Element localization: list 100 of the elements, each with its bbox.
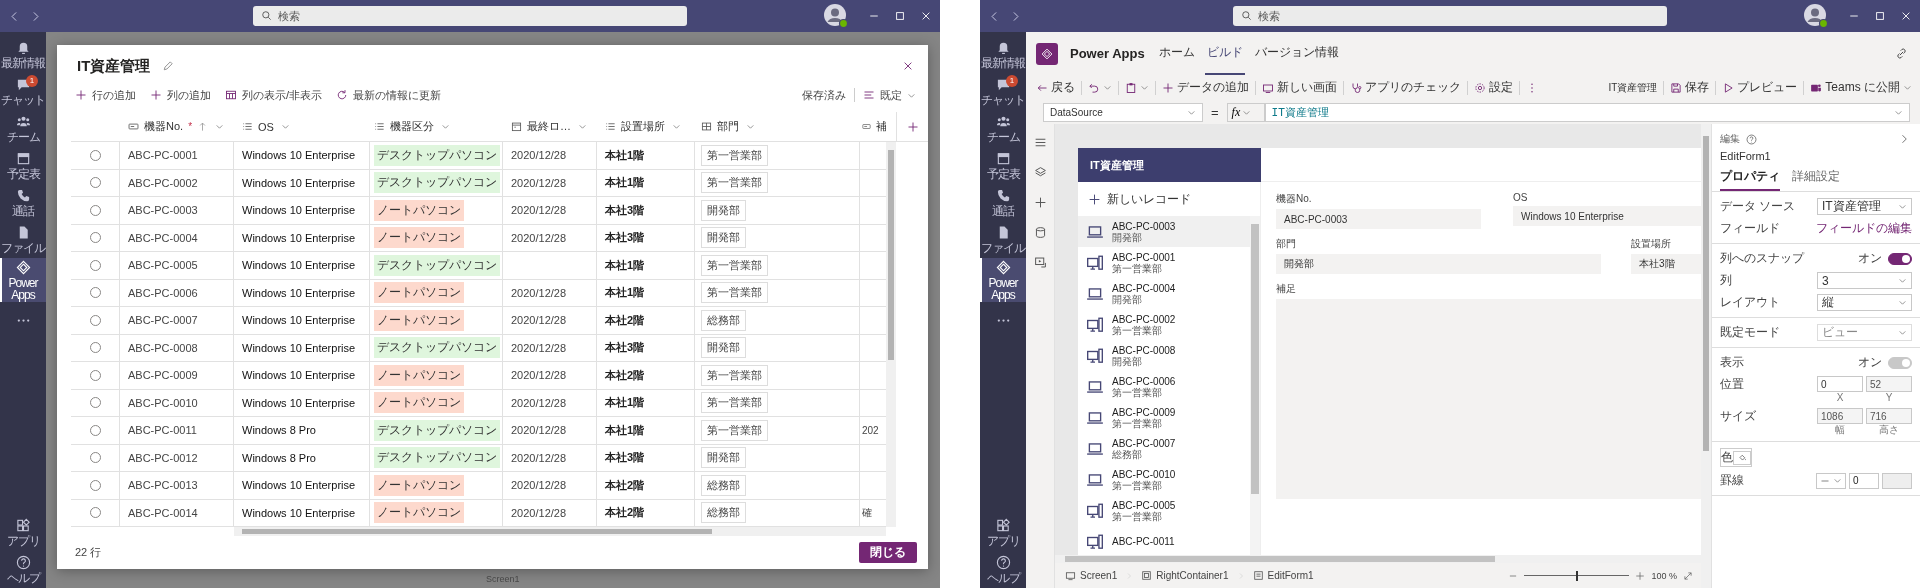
department-tag[interactable]: 開発部 <box>701 447 746 469</box>
rail-item[interactable]: アプリ <box>980 514 1026 551</box>
toolbar-button[interactable]: 列の追加 <box>150 87 211 103</box>
number-field[interactable]: 0 <box>1817 376 1863 392</box>
department-tag[interactable]: 第一営業部 <box>701 364 768 386</box>
gallery-item[interactable]: ABC-PC-0007 総務部 <box>1078 433 1251 464</box>
tab[interactable]: バージョン情報 <box>1252 32 1341 75</box>
rail-item[interactable]: 予定表 <box>0 147 46 184</box>
dropdown[interactable]: 3 <box>1817 272 1912 289</box>
color-swatch[interactable] <box>1882 472 1912 489</box>
edit-fields-link[interactable]: フィールドの編集 <box>1816 220 1912 237</box>
app-checker-button[interactable]: アプリのチェック <box>1350 79 1461 96</box>
gallery-item[interactable]: ABC-PC-0009 第一営業部 <box>1078 402 1251 433</box>
toolbar-button[interactable]: 列の表示/非表示 <box>225 87 323 103</box>
department-tag[interactable]: 第一営業部 <box>701 172 768 194</box>
rail-item[interactable]: ファイル <box>980 221 1026 258</box>
close-button[interactable]: 閉じる <box>859 542 917 563</box>
avatar-icon[interactable] <box>824 4 848 28</box>
breadcrumb[interactable]: Screen1 <box>1063 570 1120 581</box>
paste-button[interactable] <box>1125 81 1149 94</box>
rail-item[interactable]: 最新情報 <box>980 36 1026 73</box>
vertical-scrollbar[interactable] <box>886 142 896 527</box>
dropdown[interactable]: IT資産管理 <box>1817 198 1912 215</box>
tab[interactable]: 詳細設定 <box>1792 168 1840 191</box>
link-icon[interactable] <box>1895 47 1908 60</box>
gallery-item[interactable]: ABC-PC-0004 開発部 <box>1078 278 1251 309</box>
preview-button[interactable]: プレビュー <box>1722 79 1798 96</box>
media-icon[interactable] <box>1033 256 1047 269</box>
rail-item[interactable]: ヘルプ <box>0 551 46 588</box>
gallery-item[interactable]: ABC-PC-0008 開発部 <box>1078 340 1251 371</box>
formula-field[interactable]: IT資産管理 <box>1264 102 1910 122</box>
department-tag[interactable]: 総務部 <box>701 502 746 524</box>
breadcrumb[interactable]: EditForm1 <box>1250 570 1316 581</box>
input-field[interactable]: 本社3階 <box>1631 254 1701 274</box>
new-screen-button[interactable]: 新しい画面 <box>1262 79 1337 96</box>
rail-item[interactable]: Power Apps <box>0 258 46 302</box>
view-selector[interactable]: 既定 <box>863 87 916 103</box>
input-field[interactable]: 開発部 <box>1276 254 1601 274</box>
gallery-item[interactable]: ABC-PC-0003 開発部 <box>1078 216 1251 247</box>
rail-item[interactable]: チャット 1 <box>0 73 46 110</box>
toggle-switch[interactable] <box>1888 252 1912 265</box>
department-tag[interactable]: 第一営業部 <box>701 144 768 166</box>
number-field[interactable]: 0 <box>1849 472 1879 489</box>
rail-item[interactable]: 通話 <box>0 184 46 221</box>
rail-item[interactable]: アプリ <box>0 514 46 551</box>
department-tag[interactable]: 総務部 <box>701 474 746 496</box>
vertical-scrollbar[interactable] <box>1250 216 1260 555</box>
avatar-icon[interactable] <box>1804 4 1828 28</box>
rail-item[interactable]: チーム <box>0 110 46 147</box>
layers-icon[interactable] <box>1033 166 1047 179</box>
department-tag[interactable]: 第一営業部 <box>701 392 768 414</box>
breadcrumb[interactable]: RightContainer1 <box>1139 570 1231 581</box>
gallery-item[interactable]: ABC-PC-0001 第一営業部 <box>1078 247 1251 278</box>
back-button[interactable]: 戻る <box>1036 79 1075 96</box>
rail-item[interactable]: 最新情報 <box>0 36 46 73</box>
color-button[interactable] <box>1733 450 1751 465</box>
search-field[interactable]: 検索 <box>253 6 687 26</box>
horizontal-scrollbar[interactable] <box>234 527 886 536</box>
maximize-button[interactable] <box>894 10 906 22</box>
fullscreen-button[interactable] <box>1683 570 1693 581</box>
department-tag[interactable]: 総務部 <box>701 309 746 331</box>
gallery-item[interactable]: ABC-PC-0006 第一営業部 <box>1078 371 1251 402</box>
property-dropdown[interactable]: DataSource <box>1043 102 1203 122</box>
edit-icon[interactable] <box>162 60 175 72</box>
publish-button[interactable]: Teams に公開 <box>1810 79 1912 96</box>
slider-thumb[interactable] <box>1575 570 1578 581</box>
input-field[interactable]: ABC-PC-0003 <box>1276 209 1481 229</box>
rail-item[interactable]: 予定表 <box>980 147 1026 184</box>
menu-icon[interactable] <box>1033 136 1047 149</box>
close-button[interactable] <box>1900 10 1912 22</box>
rail-item[interactable]: ヘルプ <box>980 551 1026 588</box>
tab[interactable]: プロパティ <box>1720 168 1780 191</box>
close-button[interactable] <box>902 60 914 72</box>
gallery-item[interactable]: ABC-PC-0010 第一営業部 <box>1078 464 1251 495</box>
toolbar-button[interactable]: 行の追加 <box>75 87 136 103</box>
undo-button[interactable] <box>1088 81 1112 94</box>
search-field[interactable]: 検索 <box>1233 6 1667 26</box>
gallery-item[interactable]: ABC-PC-0005 第一営業部 <box>1078 495 1251 526</box>
save-button[interactable]: 保存 <box>1670 79 1710 96</box>
help-icon[interactable] <box>1746 133 1757 145</box>
database-icon[interactable] <box>1033 226 1047 239</box>
add-data-button[interactable]: データの追加 <box>1162 79 1249 96</box>
dropdown[interactable]: 縦 <box>1817 294 1912 311</box>
department-tag[interactable]: 第一営業部 <box>701 419 768 441</box>
toolbar-button[interactable]: 最新の情報に更新 <box>336 87 442 103</box>
department-tag[interactable]: 開発部 <box>701 199 746 221</box>
tab[interactable]: ホーム <box>1156 32 1197 75</box>
add-column-button[interactable] <box>896 112 928 141</box>
rail-item[interactable]: Power Apps <box>980 258 1026 302</box>
department-tag[interactable]: 開発部 <box>701 337 746 359</box>
rail-item[interactable]: 通話 <box>980 184 1026 221</box>
gallery-item[interactable]: ABC-PC-0011 <box>1078 526 1251 555</box>
tab[interactable]: ビルド <box>1204 32 1245 75</box>
department-tag[interactable]: 第一営業部 <box>701 254 768 276</box>
settings-button[interactable]: 設定 <box>1474 79 1513 96</box>
rail-item[interactable]: チャット 1 <box>980 73 1026 110</box>
close-button[interactable] <box>920 10 932 22</box>
rail-item[interactable]: チーム <box>980 110 1026 147</box>
plus-icon[interactable] <box>1033 196 1047 209</box>
rail-item[interactable]: ファイル <box>0 221 46 258</box>
